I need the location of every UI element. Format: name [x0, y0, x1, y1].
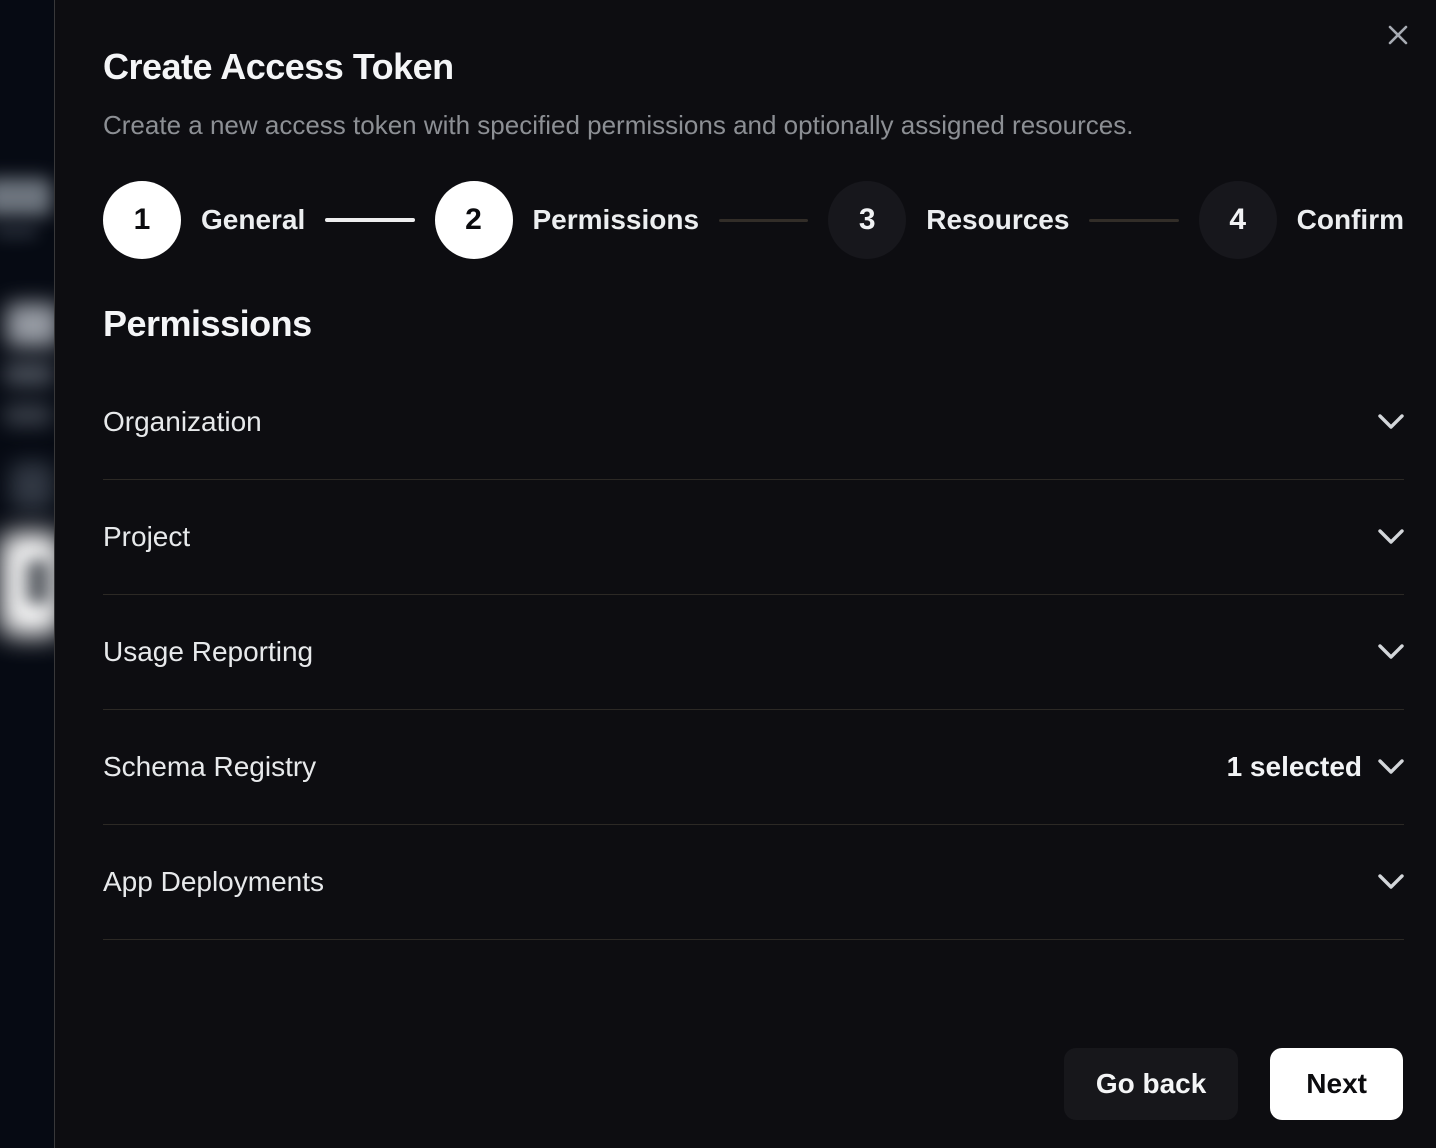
blurred-sidebar-item	[10, 462, 54, 510]
step-label: General	[201, 204, 305, 236]
modal-subtitle: Create a new access token with specified…	[103, 110, 1404, 141]
chevron-down-icon	[1378, 529, 1404, 545]
background-page-blurred	[0, 0, 54, 1148]
chevron-down-icon	[1378, 414, 1404, 430]
section-row-usage-reporting[interactable]: Usage Reporting	[103, 595, 1404, 710]
stepper-step-permissions[interactable]: 2 Permissions	[435, 181, 700, 259]
section-label: Project	[103, 521, 190, 553]
blurred-sidebar-item	[6, 303, 54, 347]
blurred-sidebar-card-icon	[26, 560, 50, 604]
close-button[interactable]	[1376, 14, 1420, 58]
selected-count-badge: 1 selected	[1227, 751, 1362, 783]
modal-footer: Go back Next	[1064, 1048, 1403, 1120]
stepper-step-general[interactable]: 1 General	[103, 181, 305, 259]
stepper: 1 General 2 Permissions 3 Resources 4 Co…	[103, 181, 1404, 259]
chevron-down-icon	[1378, 644, 1404, 660]
section-row-controls	[1378, 414, 1404, 430]
blurred-sidebar-item	[0, 226, 38, 238]
section-row-controls: 1 selected	[1227, 751, 1404, 783]
stepper-connector	[719, 219, 808, 222]
section-label: Organization	[103, 406, 262, 438]
section-label: Schema Registry	[103, 751, 316, 783]
chevron-down-icon	[1378, 874, 1404, 890]
section-label: App Deployments	[103, 866, 324, 898]
next-button[interactable]: Next	[1270, 1048, 1403, 1120]
modal-title: Create Access Token	[103, 46, 1404, 88]
step-number-badge: 1	[103, 181, 181, 259]
stepper-connector	[325, 218, 414, 222]
step-number-badge: 4	[1199, 181, 1277, 259]
stepper-step-confirm[interactable]: 4 Confirm	[1199, 181, 1404, 259]
stepper-connector	[1089, 219, 1178, 222]
blurred-sidebar-item	[0, 178, 52, 216]
blurred-sidebar-item	[4, 404, 52, 426]
section-label: Usage Reporting	[103, 636, 313, 668]
chevron-down-icon	[1378, 759, 1404, 775]
section-row-project[interactable]: Project	[103, 480, 1404, 595]
section-row-controls	[1378, 644, 1404, 660]
step-number-badge: 3	[828, 181, 906, 259]
step-label: Confirm	[1297, 204, 1404, 236]
close-icon	[1383, 20, 1413, 53]
create-access-token-modal: Create Access Token Create a new access …	[54, 0, 1436, 1148]
section-row-controls	[1378, 874, 1404, 890]
permission-sections: Organization Project Usage	[103, 365, 1404, 940]
blurred-sidebar-item	[4, 362, 54, 386]
section-row-organization[interactable]: Organization	[103, 365, 1404, 480]
section-row-schema-registry[interactable]: Schema Registry 1 selected	[103, 710, 1404, 825]
section-row-controls	[1378, 529, 1404, 545]
screen: Create Access Token Create a new access …	[0, 0, 1436, 1148]
section-row-app-deployments[interactable]: App Deployments	[103, 825, 1404, 940]
go-back-button[interactable]: Go back	[1064, 1048, 1238, 1120]
stepper-step-resources[interactable]: 3 Resources	[828, 181, 1069, 259]
step-number-badge: 2	[435, 181, 513, 259]
permissions-heading: Permissions	[103, 303, 1404, 345]
step-label: Permissions	[533, 204, 700, 236]
step-label: Resources	[926, 204, 1069, 236]
